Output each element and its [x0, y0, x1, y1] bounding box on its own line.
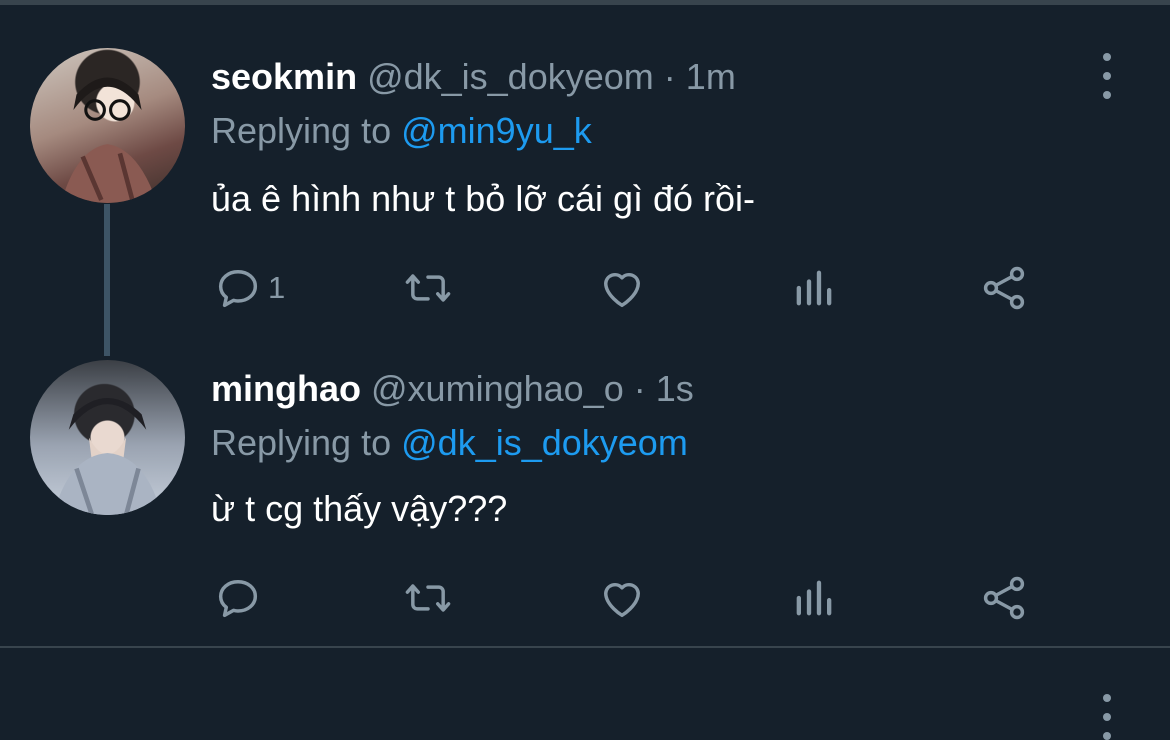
- separator-dot: ·: [663, 56, 676, 97]
- tweet-header: minghao @xuminghao_o · 1s: [211, 368, 694, 410]
- separator-dot: ·: [633, 368, 646, 409]
- ellipsis-dot: [1103, 91, 1111, 99]
- vertical-ellipsis-icon: [1103, 53, 1111, 61]
- tweet-actions: [0, 568, 1170, 628]
- tweet-text: ừ t cg thấy vậy???: [211, 488, 508, 529]
- ellipsis-dot: [1103, 732, 1111, 740]
- like-button[interactable]: [596, 258, 648, 318]
- mention-link[interactable]: @min9yu_k: [401, 110, 592, 151]
- share-icon: [983, 576, 1025, 620]
- timestamp[interactable]: 1s: [656, 368, 694, 409]
- retweet-icon: [405, 274, 451, 302]
- share-icon: [983, 266, 1025, 310]
- replying-to-label: Replying to: [211, 422, 392, 463]
- reply-button[interactable]: 1: [212, 258, 285, 318]
- share-button[interactable]: [978, 258, 1030, 318]
- reply-count: 1: [268, 270, 286, 305]
- tweet[interactable]: seokmin @dk_is_dokyeom · 1m Replying to …: [0, 0, 1170, 330]
- replying-to-label: Replying to: [211, 110, 392, 151]
- retweet-button[interactable]: [402, 568, 454, 628]
- tweet-text: ủa ê hình như t bỏ lỡ cái gì đó rồi-: [211, 178, 756, 219]
- vertical-ellipsis-icon: [1103, 694, 1111, 702]
- share-button[interactable]: [978, 568, 1030, 628]
- heart-icon: [604, 272, 640, 308]
- comment-icon: [218, 580, 258, 618]
- ellipsis-dot: [1103, 72, 1111, 80]
- comment-icon: [218, 270, 258, 308]
- replying-to-line: Replying to @min9yu_k: [211, 110, 592, 152]
- more-options-button[interactable]: [1096, 694, 1118, 740]
- user-handle[interactable]: @dk_is_dokyeom: [367, 56, 654, 97]
- reply-button[interactable]: [212, 568, 268, 628]
- bar-chart-icon: [796, 580, 832, 616]
- user-handle[interactable]: @xuminghao_o: [371, 368, 624, 409]
- bottom-divider: [0, 646, 1170, 648]
- retweet-icon: [405, 584, 451, 612]
- like-button[interactable]: [596, 568, 648, 628]
- bar-chart-icon: [796, 270, 832, 306]
- timestamp[interactable]: 1m: [686, 56, 736, 97]
- analytics-button[interactable]: [788, 258, 840, 318]
- analytics-button[interactable]: [788, 568, 840, 628]
- avatar[interactable]: [30, 48, 185, 203]
- replying-to-line: Replying to @dk_is_dokyeom: [211, 422, 688, 464]
- more-options-button[interactable]: [1096, 53, 1118, 99]
- ellipsis-dot: [1103, 713, 1111, 721]
- display-name[interactable]: minghao: [211, 368, 361, 409]
- avatar[interactable]: [30, 360, 185, 515]
- tweet-actions: 1: [0, 258, 1170, 318]
- tweet-header: seokmin @dk_is_dokyeom · 1m: [211, 56, 736, 98]
- mention-link[interactable]: @dk_is_dokyeom: [401, 422, 688, 463]
- display-name[interactable]: seokmin: [211, 56, 357, 97]
- heart-icon: [604, 582, 640, 618]
- retweet-button[interactable]: [402, 258, 454, 318]
